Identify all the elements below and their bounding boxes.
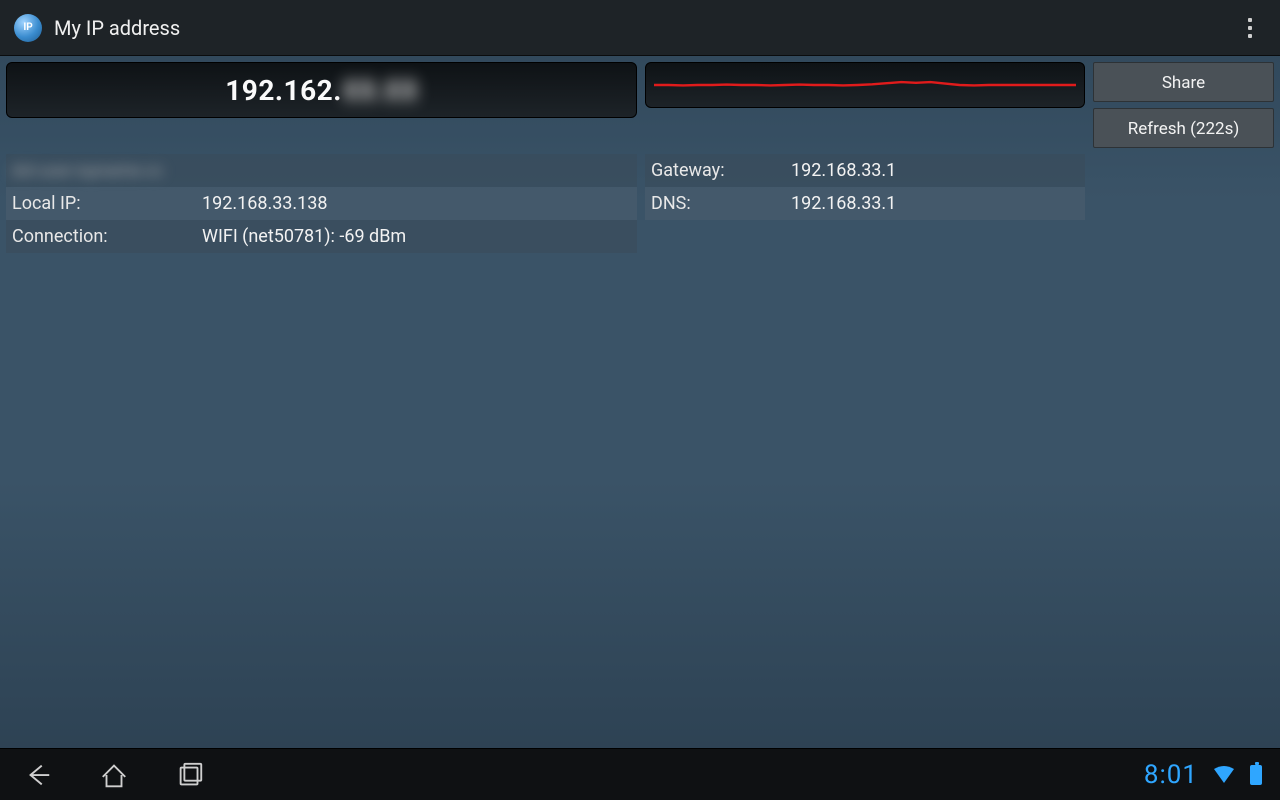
recent-apps-icon xyxy=(175,760,205,790)
app-icon-text: IP xyxy=(23,22,32,33)
connection-value: WIFI (net50781): -69 dBm xyxy=(202,226,631,247)
back-icon xyxy=(23,760,53,790)
status-clock: 8:01 xyxy=(1144,760,1198,790)
refresh-button[interactable]: Refresh (222s) xyxy=(1093,108,1274,148)
table-row: Connection: WIFI (net50781): -69 dBm xyxy=(6,220,637,253)
table-row: Local IP: 192.168.33.138 xyxy=(6,187,637,220)
wifi-icon xyxy=(1212,765,1236,785)
status-area[interactable]: 8:01 xyxy=(1144,760,1262,790)
table-row: dsl-user.ispname.cc xyxy=(6,154,637,187)
table-row: Gateway: 192.168.33.1 xyxy=(645,154,1085,187)
battery-icon xyxy=(1250,765,1262,785)
signal-chart-svg xyxy=(654,67,1076,103)
dns-value: 192.168.33.1 xyxy=(791,193,1079,214)
gateway-value: 192.168.33.1 xyxy=(791,160,1079,181)
recent-apps-button[interactable] xyxy=(170,755,210,795)
public-ip-visible: 192.162. xyxy=(225,74,342,107)
dns-label: DNS: xyxy=(651,193,791,214)
connection-label: Connection: xyxy=(12,226,202,247)
overflow-menu-button[interactable] xyxy=(1230,8,1270,48)
home-icon xyxy=(99,760,129,790)
content-area: 192.162. 88.88 Share Refresh (222s) dsl-… xyxy=(0,56,1280,748)
system-nav-bar: 8:01 xyxy=(0,748,1280,800)
info-table: dsl-user.ispname.cc Gateway: 192.168.33.… xyxy=(6,154,1085,253)
more-vert-icon xyxy=(1248,26,1252,30)
local-ip-value: 192.168.33.138 xyxy=(202,193,631,214)
side-button-column: Share Refresh (222s) xyxy=(1093,62,1274,148)
share-button[interactable]: Share xyxy=(1093,62,1274,102)
public-ip-display: 192.162. 88.88 xyxy=(6,62,637,118)
app-title: My IP address xyxy=(54,16,1218,40)
home-button[interactable] xyxy=(94,755,134,795)
local-ip-label: Local IP: xyxy=(12,193,202,214)
table-row: DNS: 192.168.33.1 xyxy=(645,187,1085,220)
action-bar: IP My IP address xyxy=(0,0,1280,56)
signal-chart xyxy=(645,62,1085,108)
public-ip-obscured: 88.88 xyxy=(343,74,418,107)
app-icon: IP xyxy=(14,14,42,42)
gateway-label: Gateway: xyxy=(651,160,791,181)
reverse-dns-value: dsl-user.ispname.cc xyxy=(12,161,631,181)
back-button[interactable] xyxy=(18,755,58,795)
